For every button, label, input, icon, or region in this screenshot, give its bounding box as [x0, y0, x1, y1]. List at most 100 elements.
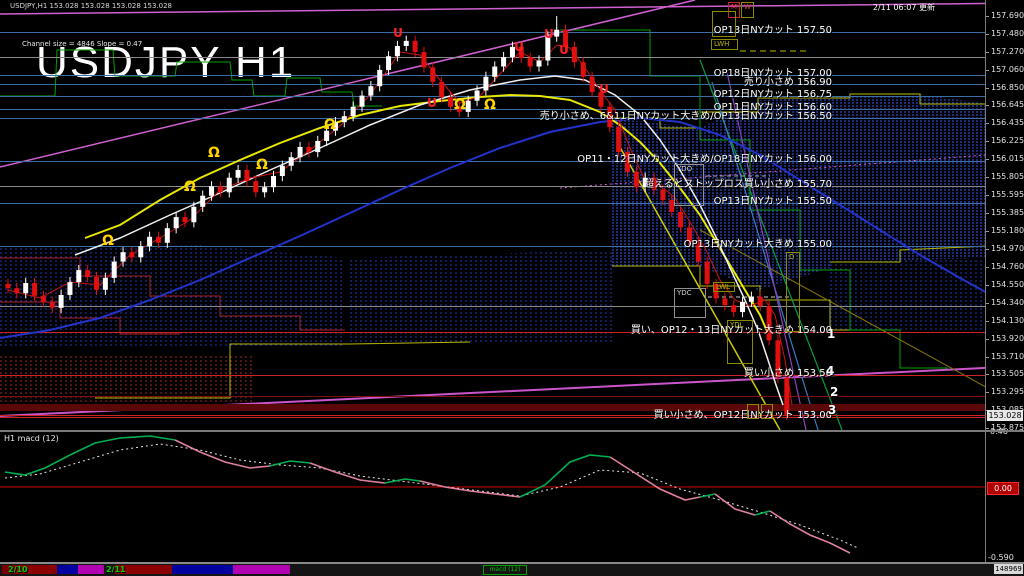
ref-level-box-ydl: YDL — [727, 320, 753, 364]
axis-tick — [986, 159, 989, 160]
macd-drawing-layer — [0, 435, 985, 554]
axis-tick — [986, 357, 989, 358]
price-axis-label: 154.760 — [991, 261, 1024, 271]
price-axis-label: 155.385 — [991, 208, 1024, 218]
price-axis-label: 154.550 — [991, 279, 1024, 289]
price-axis-label: 157.480 — [991, 29, 1024, 38]
day-label: 2/11 — [106, 565, 126, 574]
price-axis-label: 153.920 — [991, 333, 1024, 343]
session-bar — [57, 565, 78, 574]
ref-level-box — [712, 11, 736, 37]
axis-tick — [986, 267, 989, 268]
level-annotation: 売り小さめ、6&11日NYカット大きめ/OP13日NYカット 156.50 — [539, 110, 832, 122]
price-axis-label: 156.015 — [991, 154, 1024, 164]
ref-level-box-ydc: YDC — [674, 288, 706, 318]
macd-main-line — [769, 510, 851, 554]
ref-level-box-lwh: LWH — [711, 39, 738, 50]
scenario-number-marker: 1 — [827, 327, 836, 341]
level-annotation: OP11・12日NYカット大きめ/OP18日NYカット 156.00 — [577, 153, 832, 165]
macd-main-line — [714, 493, 756, 516]
axis-tick — [986, 249, 989, 250]
symbol-ohlc-readout: USDJPY,H1 153.028 153.028 153.028 153.02… — [10, 2, 172, 10]
current-price-badge: 153.028 — [987, 409, 1023, 421]
panel-separator[interactable] — [0, 430, 1024, 432]
axis-tick — [986, 195, 989, 196]
macd-current-value-badge: 0.00 — [987, 482, 1019, 495]
channel-info-text: Channel size = 4846 Slope = 0.47 — [22, 40, 143, 48]
axis-tick — [986, 141, 989, 142]
axis-tick — [986, 339, 989, 340]
session-bar — [233, 565, 290, 574]
price-axis-label: 155.180 — [991, 225, 1024, 235]
axis-tick — [986, 213, 989, 214]
macd-main-line — [419, 480, 521, 498]
price-axis-label: 156.225 — [991, 136, 1024, 146]
mt4-terminal-window: USDJPY H1 ΩΩΩΩΩΩΩUUUUUU USDJPY,H1 153.02… — [0, 0, 1024, 576]
macd-main-line — [384, 478, 421, 484]
last-updated-timestamp: 2/11 06:07 更新 — [872, 3, 935, 12]
price-axis-label: 153.710 — [991, 351, 1024, 361]
axis-tick — [986, 34, 989, 35]
price-axis[interactable]: 153.028 157.690 157.480 157.270 157.060 156.… — [985, 0, 1024, 562]
macd-main-line — [309, 462, 386, 484]
level-annotation: 超えるとストップロス買い小さめ 155.70 — [644, 178, 832, 190]
price-axis-label: 154.340 — [991, 297, 1024, 307]
axis-tick — [986, 70, 989, 71]
ref-level-box-d: D — [786, 252, 800, 332]
session-timeline-strip: 2/10 2/11 macd (12) — [0, 564, 1024, 576]
price-axis-label: 154.970 — [991, 243, 1024, 253]
axis-tick — [986, 88, 989, 89]
strip-indicator-label-box: macd (12) — [483, 565, 527, 575]
day-label: 2/10 — [8, 565, 28, 574]
scenario-number-marker: 2 — [830, 385, 839, 399]
price-axis-label: 154.130 — [991, 315, 1024, 325]
macd-main-line — [174, 439, 271, 469]
macd-indicator-label: H1 macd (12) — [4, 434, 59, 443]
axis-tick — [986, 321, 989, 322]
macd-main-line — [609, 456, 701, 501]
price-chart-canvas[interactable]: USDJPY H1 ΩΩΩΩΩΩΩUUUUUU USDJPY,H1 153.02… — [0, 0, 1024, 430]
price-axis-label: 156.645 — [991, 100, 1024, 110]
strip-separator — [0, 562, 1024, 564]
price-axis-label: 156.850 — [991, 82, 1024, 92]
price-axis-label: 153.505 — [991, 369, 1024, 379]
annotation-layer: OP13日NYカット 157.50 OP18日NYカット 157.00 売り小さめ … — [0, 0, 1024, 430]
level-annotation: 買い小さめ、OP12日NYカット 153.00 — [653, 409, 832, 421]
ref-level-box-lwl: LWL — [713, 282, 735, 292]
axis-tick — [986, 231, 989, 232]
level-annotation: OP13日NYカット大きめ 155.00 — [683, 238, 832, 250]
macd-scale-min: -0.590 — [988, 553, 1014, 562]
price-axis-label: 157.060 — [991, 64, 1024, 74]
scenario-number-marker: 3 — [828, 403, 837, 417]
macd-signal-line — [4, 443, 859, 549]
corner-value-badge: 148969 — [994, 564, 1023, 574]
level-annotation: OP13日NYカット 155.50 — [713, 195, 832, 207]
axis-tick — [986, 303, 989, 304]
ref-level-box — [761, 404, 773, 419]
session-bar — [78, 565, 104, 574]
axis-tick — [986, 52, 989, 53]
session-bar — [172, 565, 233, 574]
price-axis-label: 156.435 — [991, 118, 1024, 128]
macd-main-line — [699, 493, 716, 498]
price-axis-label: 155.805 — [991, 172, 1024, 182]
price-axis-label: 153.295 — [991, 387, 1024, 397]
price-axis-label: 155.595 — [991, 190, 1024, 200]
ref-level-box-ydo: YDO — [674, 164, 704, 206]
ref-level-box-w: W — [741, 2, 754, 18]
macd-panel[interactable]: H1 macd (12) — [0, 432, 985, 562]
price-axis-label: 157.270 — [991, 46, 1024, 56]
axis-tick — [986, 374, 989, 375]
price-axis-label: 157.690 — [991, 11, 1024, 21]
axis-tick — [986, 16, 989, 17]
macd-main-line — [519, 454, 611, 498]
axis-tick — [986, 105, 989, 106]
axis-tick — [986, 285, 989, 286]
axis-tick — [986, 392, 989, 393]
ref-level-box — [747, 404, 759, 419]
axis-tick — [986, 177, 989, 178]
level-annotation: 買い小さめ 153.50 — [743, 367, 832, 379]
scenario-number-marker: 4 — [826, 364, 835, 378]
axis-tick — [986, 123, 989, 124]
axis-tick — [986, 428, 989, 429]
